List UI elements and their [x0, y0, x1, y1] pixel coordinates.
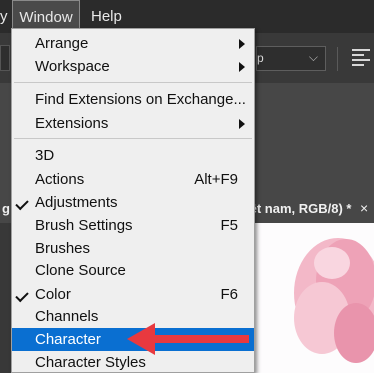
menu-item-label: Find Extensions on Exchange... [35, 91, 246, 108]
menu-item-label: Workspace [35, 58, 110, 75]
menu-view-fragment[interactable]: y [0, 0, 8, 33]
menu-item-actions[interactable]: Actions Alt+F9 [12, 168, 254, 191]
menu-item-clone-source[interactable]: Clone Source [12, 259, 254, 282]
menu-item-label: Brushes [35, 240, 91, 257]
menu-item-brush-settings[interactable]: Brush Settings F5 [12, 214, 254, 237]
menu-item-arrange[interactable]: Arrange [12, 32, 254, 55]
menu-item-label: Brush Settings [35, 217, 133, 234]
menu-item-shortcut: F5 [220, 217, 238, 234]
checkmark-icon [15, 196, 29, 211]
options-dropdown[interactable]: p ⌵ [256, 46, 326, 71]
menu-separator [14, 138, 252, 139]
close-icon[interactable]: × [360, 200, 368, 216]
options-field[interactable] [0, 45, 10, 71]
checkmark-icon [15, 288, 29, 303]
menu-item-label: Arrange [35, 35, 89, 52]
menu-item-label: 3D [35, 147, 55, 164]
menu-item-3d[interactable]: 3D [12, 144, 254, 167]
menu-item-workspace[interactable]: Workspace [12, 55, 254, 78]
align-left-icon[interactable] [352, 49, 370, 67]
divider [337, 47, 338, 71]
menu-item-label: Channels [35, 308, 99, 325]
menu-item-label: Adjustments [35, 194, 118, 211]
chevron-down-icon: ⌵ [308, 50, 318, 64]
menu-item-color[interactable]: Color F6 [12, 283, 254, 306]
menu-separator [14, 82, 252, 83]
menu-item-label: Actions [35, 171, 85, 188]
annotation-arrow [127, 323, 249, 355]
menu-item-shortcut: Alt+F9 [194, 171, 238, 188]
submenu-arrow-icon [239, 39, 245, 49]
menu-item-extensions[interactable]: Extensions [12, 112, 254, 135]
menu-item-find-extensions-on-exchange[interactable]: Find Extensions on Exchange... [12, 88, 254, 111]
options-dropdown-value: p [257, 51, 264, 65]
menu-item-brushes[interactable]: Brushes [12, 237, 254, 260]
document-tab-title: iệt nam, RGB/8) * [246, 201, 352, 216]
menu-item-adjustments[interactable]: Adjustments [12, 191, 254, 214]
submenu-arrow-icon [239, 119, 245, 129]
menu-item-label: Extensions [35, 115, 109, 132]
menu-item-label: Character [35, 331, 101, 348]
menu-item-label: Clone Source [35, 262, 126, 279]
submenu-arrow-icon [239, 62, 245, 72]
menu-item-label: Color [35, 286, 71, 303]
menu-item-shortcut: F6 [220, 286, 238, 303]
flower-image [294, 238, 374, 363]
